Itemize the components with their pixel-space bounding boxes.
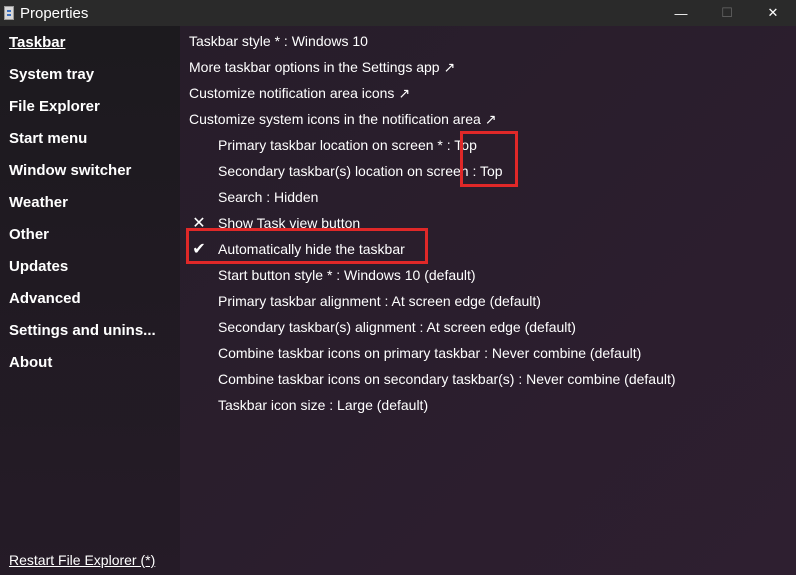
sidebar-item-taskbar[interactable]: Taskbar (9, 34, 65, 51)
option-taskbar-style[interactable]: Taskbar style * : Windows 10 (189, 33, 368, 49)
close-button[interactable]: ✕ (750, 0, 796, 26)
option-primary-taskbar-location[interactable]: Primary taskbar location on screen * : T… (218, 137, 477, 153)
option-secondary-taskbar-alignment[interactable]: Secondary taskbar(s) alignment : At scre… (218, 319, 576, 335)
link-system-icons-notification-area[interactable]: Customize system icons in the notificati… (189, 111, 496, 128)
sidebar-item-advanced[interactable]: Advanced (9, 290, 81, 307)
toggle-show-task-view-button[interactable]: Show Task view button (218, 215, 360, 231)
minimize-button[interactable]: — (658, 0, 704, 26)
option-secondary-taskbar-location[interactable]: Secondary taskbar(s) location on screen … (218, 163, 503, 179)
maximize-button[interactable]: ☐ (704, 0, 750, 26)
sidebar-item-file-explorer[interactable]: File Explorer (9, 98, 100, 115)
option-taskbar-icon-size[interactable]: Taskbar icon size : Large (default) (218, 397, 428, 413)
toggle-auto-hide-taskbar[interactable]: Automatically hide the taskbar (218, 241, 405, 257)
option-primary-taskbar-alignment[interactable]: Primary taskbar alignment : At screen ed… (218, 293, 541, 309)
window-controls: — ☐ ✕ (658, 0, 796, 26)
sidebar-item-other[interactable]: Other (9, 226, 49, 243)
close-icon: ✕ (192, 215, 206, 232)
title-bar: Properties — ☐ ✕ (0, 0, 796, 26)
sidebar: Taskbar System tray File Explorer Start … (0, 26, 180, 575)
option-combine-icons-primary[interactable]: Combine taskbar icons on primary taskbar… (218, 345, 641, 361)
sidebar-item-system-tray[interactable]: System tray (9, 66, 94, 83)
option-start-button-style[interactable]: Start button style * : Windows 10 (defau… (218, 267, 476, 283)
link-notification-area-icons[interactable]: Customize notification area icons ↗ (189, 85, 410, 102)
sidebar-item-weather[interactable]: Weather (9, 194, 68, 211)
window-title: Properties (20, 4, 89, 22)
checkmark-icon: ✔ (192, 241, 206, 258)
restart-file-explorer-link[interactable]: Restart File Explorer (*) (9, 552, 155, 568)
sidebar-item-window-switcher[interactable]: Window switcher (9, 162, 131, 179)
sidebar-item-settings-uninstall[interactable]: Settings and unins... (9, 322, 156, 339)
option-combine-icons-secondary[interactable]: Combine taskbar icons on secondary taskb… (218, 371, 676, 387)
link-settings-app-taskbar-options[interactable]: More taskbar options in the Settings app… (189, 59, 455, 76)
option-search[interactable]: Search : Hidden (218, 189, 318, 205)
sidebar-item-start-menu[interactable]: Start menu (9, 130, 87, 147)
sidebar-item-updates[interactable]: Updates (9, 258, 68, 275)
options-panel: Taskbar style * : Windows 10 More taskba… (180, 26, 796, 575)
app-icon (4, 6, 14, 20)
sidebar-item-about[interactable]: About (9, 354, 52, 371)
